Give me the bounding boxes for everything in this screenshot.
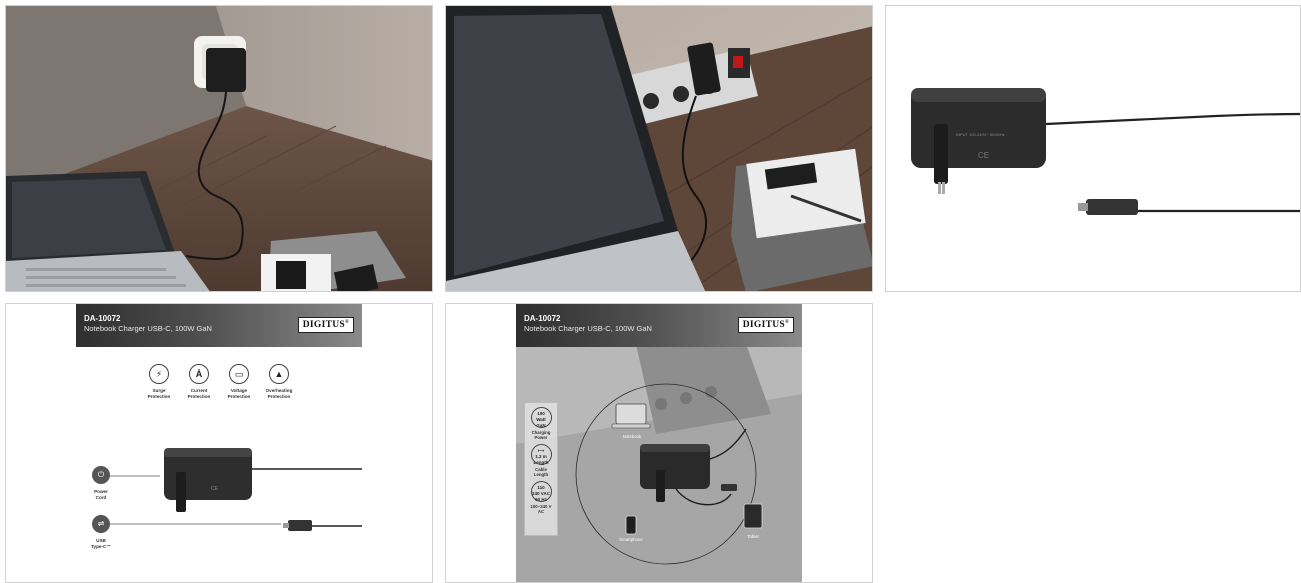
notebook-device-label: Notebook xyxy=(622,434,642,439)
svg-text:INPUT 100-240V~ 50/60Hz: INPUT 100-240V~ 50/60Hz xyxy=(956,132,1005,137)
voltage-badge-icon: 110 240 VAC 60 Hz xyxy=(530,481,552,502)
datasheet-dark[interactable]: DA-10072 Notebook Charger USB-C, 100W Ga… xyxy=(445,303,873,583)
photo-product-white[interactable]: INPUT 100-240V~ 50/60Hz CE xyxy=(885,5,1301,292)
photo-laptop-power-strip[interactable] xyxy=(445,5,873,292)
power-cord-icon: ⏻ xyxy=(92,466,110,484)
svg-text:CE: CE xyxy=(978,151,989,160)
charging-power-spec: 100 Watt GaN Charging Power xyxy=(525,407,557,440)
smartphone-device-label: Smartphone xyxy=(619,537,643,542)
cable-length-icon: ⟷ 1.2 m Length xyxy=(530,444,552,465)
photo-wall-socket-desk[interactable] xyxy=(5,5,433,292)
model-number: DA-10072 xyxy=(524,314,561,323)
svg-text:CE: CE xyxy=(211,486,219,492)
brand-logo: DIGITUS® xyxy=(737,317,794,334)
charger-illustration: CE xyxy=(106,448,362,531)
datasheet-light[interactable]: DA-10072 Notebook Charger USB-C, 100W Ga… xyxy=(5,303,433,583)
product-subtitle: Notebook Charger USB-C, 100W GaN xyxy=(524,324,652,333)
spec-side-panel: 100 Watt GaN Charging Power ⟷ 1.2 m Length Ca… xyxy=(524,402,558,536)
tablet-device-label: Tablet xyxy=(747,534,759,539)
sheet-dark-page: DA-10072 Notebook Charger USB-C, 100W Ga… xyxy=(516,304,802,582)
watt-badge-icon: 100 Watt GaN xyxy=(530,407,552,428)
usb-type-c-icon: ⇌ xyxy=(92,515,110,533)
cable-length-spec: ⟷ 1.2 m Length Cable Length xyxy=(525,444,557,477)
power-cord-label: Power Cord xyxy=(94,489,108,500)
sheet-light-page: DA-10072 Notebook Charger USB-C, 100W Ga… xyxy=(76,304,362,582)
input-voltage-spec: 110 240 VAC 60 Hz 100~240 V AC xyxy=(525,481,557,514)
sheet-dark-header: DA-10072 Notebook Charger USB-C, 100W Ga… xyxy=(516,304,802,347)
usb-type-c-label: USB Type-C™ xyxy=(91,538,111,549)
